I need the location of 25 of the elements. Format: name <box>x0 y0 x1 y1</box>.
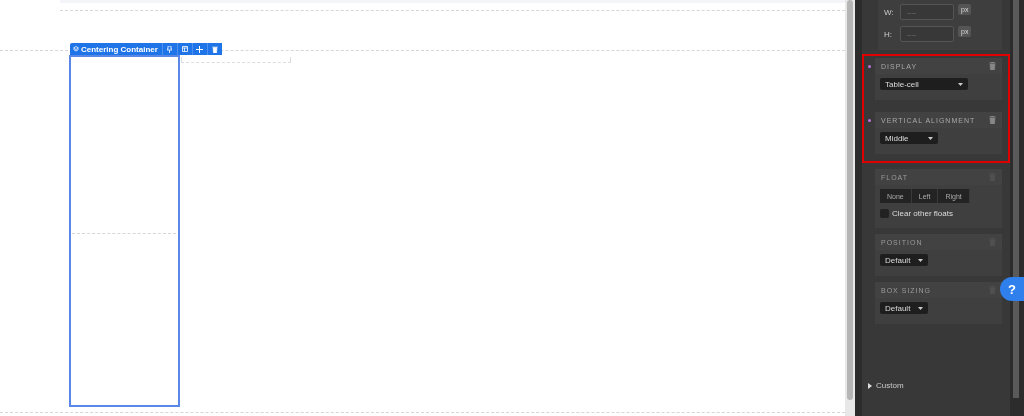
custom-toggle[interactable]: Custom <box>862 375 1010 396</box>
field-label: W: <box>884 7 895 17</box>
expand-icon <box>868 382 872 389</box>
dropdown[interactable]: Default <box>880 254 929 266</box>
plus-icon <box>196 45 204 53</box>
dropdown[interactable]: Table-cell <box>880 78 968 90</box>
element-label[interactable]: Centering Container <box>70 43 162 55</box>
pin-icon <box>167 45 173 53</box>
layers-icon <box>73 46 79 52</box>
caret-icon <box>958 82 963 86</box>
checkbox-label: Clear other floats <box>892 209 953 218</box>
trash-icon <box>211 45 218 53</box>
caret-icon <box>928 136 933 140</box>
selected-container[interactable] <box>69 55 180 407</box>
caret-icon <box>918 306 924 310</box>
dropdown[interactable]: Default <box>880 302 929 314</box>
trash-icon[interactable] <box>989 116 996 124</box>
scrollbar[interactable] <box>845 0 855 416</box>
help-button[interactable]: ? <box>1000 277 1024 301</box>
checkbox[interactable] <box>880 209 889 218</box>
trash-icon[interactable] <box>989 62 996 70</box>
caret-icon <box>918 258 924 262</box>
field-label: H: <box>884 29 893 39</box>
dropdown[interactable]: Middle <box>880 132 938 144</box>
layout-icon <box>181 46 188 52</box>
